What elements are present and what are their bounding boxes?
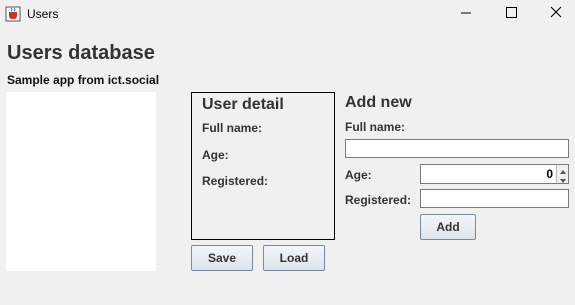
minimize-button[interactable] <box>443 0 489 28</box>
user-detail-panel: User detail Full name: Age: Registered: <box>191 92 335 240</box>
java-cup-icon <box>5 6 21 22</box>
age-decrement-button[interactable] <box>556 174 568 183</box>
window-title: Users <box>27 7 59 21</box>
age-field[interactable] <box>421 165 557 183</box>
detail-full-name-label: Full name: <box>202 121 263 135</box>
add-button[interactable]: Add <box>420 214 476 240</box>
full-name-field[interactable] <box>345 139 569 158</box>
age-spinner[interactable] <box>420 164 569 184</box>
add-new-title: Add new <box>345 94 412 111</box>
add-full-name-label: Full name: <box>345 120 406 134</box>
close-button[interactable] <box>533 0 575 28</box>
detail-registered-label: Registered: <box>202 174 269 188</box>
user-detail-title: User detail <box>202 96 284 113</box>
maximize-button[interactable] <box>488 0 534 28</box>
detail-age-label: Age: <box>202 148 229 162</box>
save-button[interactable]: Save <box>191 245 253 271</box>
maximize-icon <box>505 5 517 23</box>
chevron-down-icon <box>559 170 566 188</box>
add-registered-label: Registered: <box>345 193 412 207</box>
title-bar[interactable]: Users <box>0 0 575 28</box>
load-button[interactable]: Load <box>263 245 325 271</box>
minimize-icon <box>460 5 472 23</box>
page-title: Users database <box>7 42 155 64</box>
add-age-label: Age: <box>345 168 372 182</box>
registered-field[interactable] <box>420 189 569 208</box>
user-list[interactable] <box>6 92 156 271</box>
page-subtitle: Sample app from ict.social <box>7 73 160 87</box>
close-icon <box>550 5 562 23</box>
